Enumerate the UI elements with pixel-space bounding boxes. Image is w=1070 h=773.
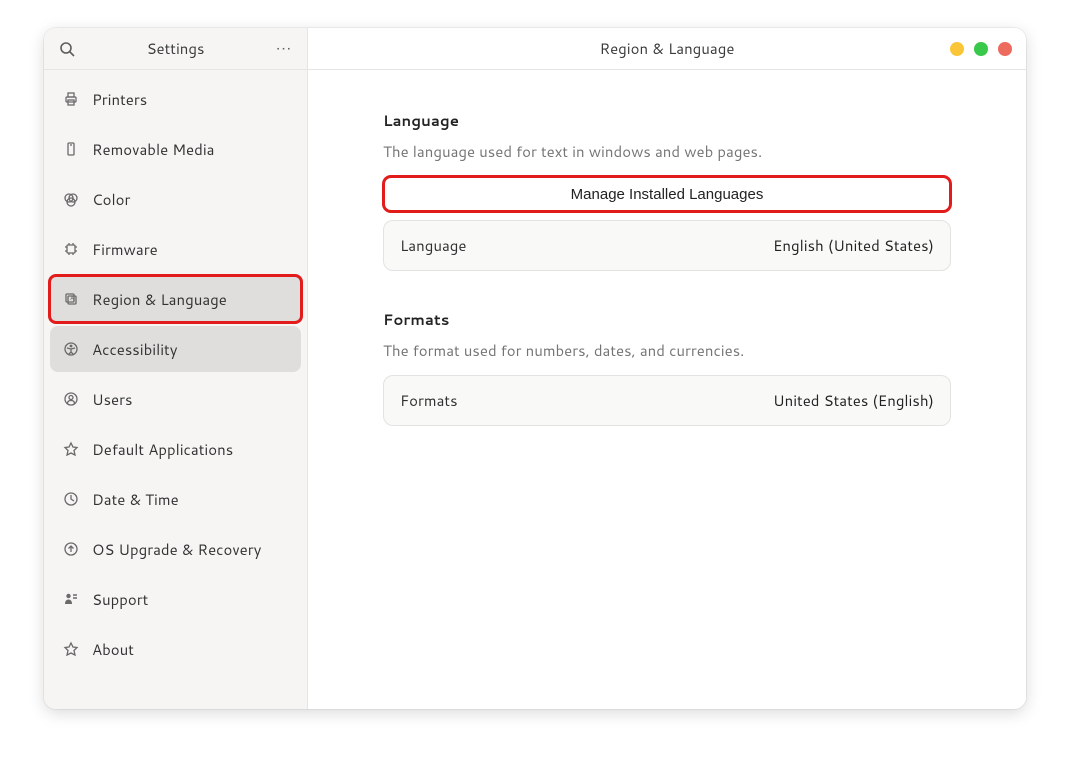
- sidebar-item-about[interactable]: About: [50, 626, 301, 672]
- sidebar-item-date-time[interactable]: Date & Time: [50, 476, 301, 522]
- sidebar-item-support[interactable]: Support: [50, 576, 301, 622]
- main-panel: Region & Language Language The language …: [308, 28, 1026, 709]
- about-icon: [62, 640, 80, 658]
- sidebar-item-users[interactable]: Users: [50, 376, 301, 422]
- formats-row-label: Formats: [400, 390, 458, 411]
- user-icon: [62, 390, 80, 408]
- color-icon: [62, 190, 80, 208]
- formats-row[interactable]: Formats United States (English): [383, 375, 951, 426]
- sidebar-list: Printers Removable Media Color Firmware: [44, 70, 307, 709]
- language-row[interactable]: Language English (United States): [383, 220, 951, 271]
- sidebar-item-color[interactable]: Color: [50, 176, 301, 222]
- language-description: The language used for text in windows an…: [383, 141, 951, 162]
- accessibility-icon: [62, 340, 80, 358]
- sidebar-item-label: Date & Time: [92, 489, 289, 510]
- sidebar: Settings ··· Printers Removable Media: [44, 28, 308, 709]
- sidebar-item-label: Printers: [92, 89, 289, 110]
- sidebar-item-label: Removable Media: [92, 139, 289, 160]
- content-area: Language The language used for text in w…: [308, 70, 1026, 496]
- language-section: Language The language used for text in w…: [383, 110, 951, 301]
- manage-installed-languages-button[interactable]: Manage Installed Languages: [383, 176, 951, 212]
- sidebar-item-removable-media[interactable]: Removable Media: [50, 126, 301, 172]
- sidebar-item-label: Users: [92, 389, 289, 410]
- page-title: Region & Language: [600, 38, 735, 59]
- media-icon: [62, 140, 80, 158]
- language-heading: Language: [383, 110, 951, 131]
- sidebar-item-region-language[interactable]: A Region & Language: [50, 276, 301, 322]
- star-icon: [62, 440, 80, 458]
- kebab-menu-icon[interactable]: ···: [276, 38, 292, 59]
- formats-row-value: United States (English): [773, 390, 934, 411]
- sidebar-item-label: OS Upgrade & Recovery: [92, 539, 289, 560]
- close-button[interactable]: [998, 42, 1012, 56]
- upgrade-icon: [62, 540, 80, 558]
- sidebar-item-default-applications[interactable]: Default Applications: [50, 426, 301, 472]
- sidebar-header: Settings ···: [44, 28, 307, 70]
- maximize-button[interactable]: [974, 42, 988, 56]
- language-row-label: Language: [400, 235, 467, 256]
- sidebar-item-label: About: [92, 639, 289, 660]
- printer-icon: [62, 90, 80, 108]
- clock-icon: [62, 490, 80, 508]
- minimize-button[interactable]: [950, 42, 964, 56]
- support-icon: [62, 590, 80, 608]
- sidebar-item-label: Support: [92, 589, 289, 610]
- formats-section: Formats The format used for numbers, dat…: [383, 309, 951, 456]
- chip-icon: [62, 240, 80, 258]
- formats-heading: Formats: [383, 309, 951, 330]
- sidebar-item-label: Default Applications: [92, 439, 289, 460]
- language-row-value: English (United States): [773, 235, 934, 256]
- sidebar-item-label: Region & Language: [92, 289, 289, 310]
- sidebar-item-accessibility[interactable]: Accessibility: [50, 326, 301, 372]
- settings-window: Settings ··· Printers Removable Media: [44, 28, 1026, 709]
- sidebar-item-label: Color: [92, 189, 289, 210]
- svg-text:A: A: [70, 293, 74, 302]
- window-controls: [950, 42, 1012, 56]
- sidebar-title: Settings: [75, 38, 276, 59]
- sidebar-item-label: Firmware: [92, 239, 289, 260]
- sidebar-item-printers[interactable]: Printers: [50, 76, 301, 122]
- search-icon[interactable]: [59, 41, 75, 57]
- language-icon: A: [62, 290, 80, 308]
- sidebar-item-label: Accessibility: [92, 339, 289, 360]
- formats-description: The format used for numbers, dates, and …: [383, 340, 951, 361]
- main-header: Region & Language: [308, 28, 1026, 70]
- sidebar-item-os-upgrade[interactable]: OS Upgrade & Recovery: [50, 526, 301, 572]
- sidebar-item-firmware[interactable]: Firmware: [50, 226, 301, 272]
